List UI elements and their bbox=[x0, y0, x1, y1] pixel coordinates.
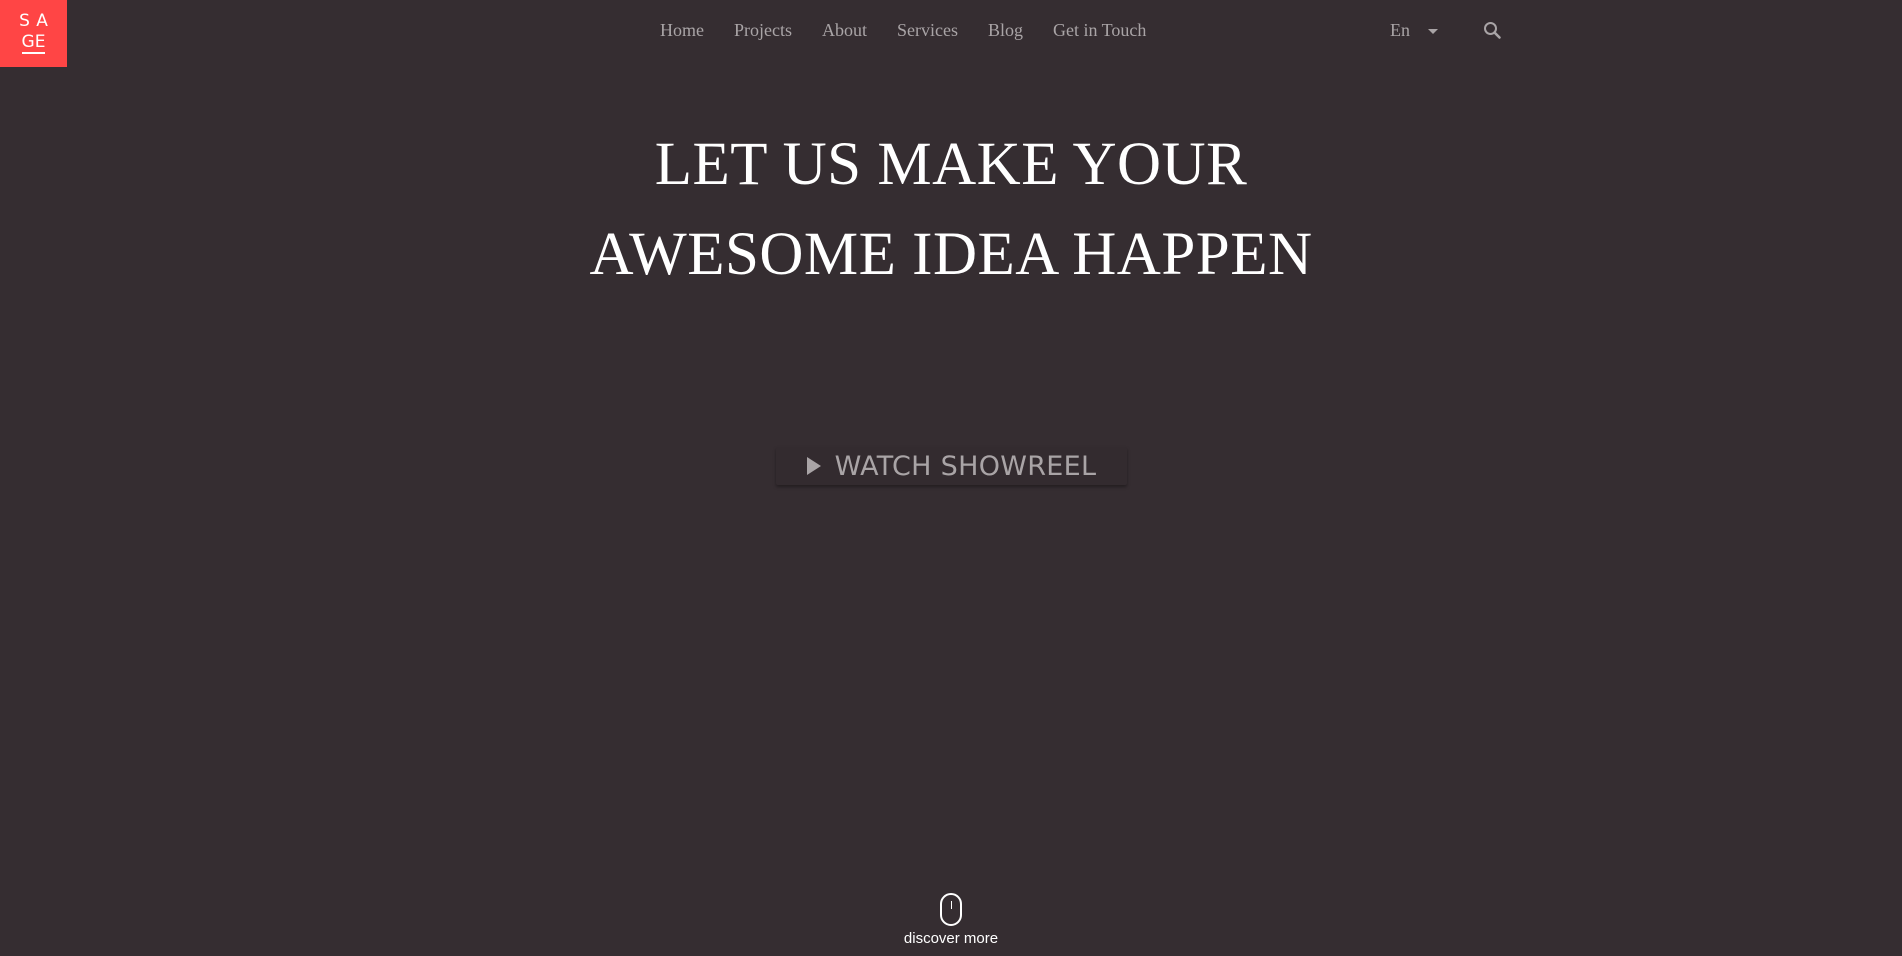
mouse-icon bbox=[940, 893, 962, 926]
discover-more[interactable]: discover more bbox=[0, 893, 1902, 947]
logo-text-top: SA bbox=[19, 11, 54, 31]
search-icon[interactable] bbox=[1482, 20, 1504, 42]
nav-home[interactable]: Home bbox=[660, 20, 704, 41]
site-logo[interactable]: SA GE bbox=[0, 0, 67, 67]
language-selector[interactable]: En bbox=[1390, 20, 1438, 41]
showreel-label: WATCH SHOWREEL bbox=[834, 450, 1097, 482]
main-nav: Home Projects About Services Blog Get in… bbox=[660, 20, 1146, 41]
play-icon bbox=[806, 457, 821, 475]
logo-text-bottom: GE bbox=[21, 32, 46, 54]
nav-projects[interactable]: Projects bbox=[734, 20, 792, 41]
nav-about[interactable]: About bbox=[822, 20, 867, 41]
nav-blog[interactable]: Blog bbox=[988, 20, 1023, 41]
language-label: En bbox=[1390, 20, 1410, 40]
hero-line-1: LET US MAKE YOUR bbox=[654, 131, 1248, 198]
watch-showreel-button[interactable]: WATCH SHOWREEL bbox=[776, 447, 1127, 485]
nav-services[interactable]: Services bbox=[897, 20, 958, 41]
discover-more-label: discover more bbox=[903, 930, 999, 947]
hero-line-2: AWESOME IDEA HAPPEN bbox=[589, 221, 1313, 288]
chevron-down-icon bbox=[1428, 29, 1438, 34]
nav-get-in-touch[interactable]: Get in Touch bbox=[1053, 20, 1146, 41]
hero-heading: LET US MAKE YOUR AWESOME IDEA HAPPEN bbox=[0, 120, 1902, 300]
